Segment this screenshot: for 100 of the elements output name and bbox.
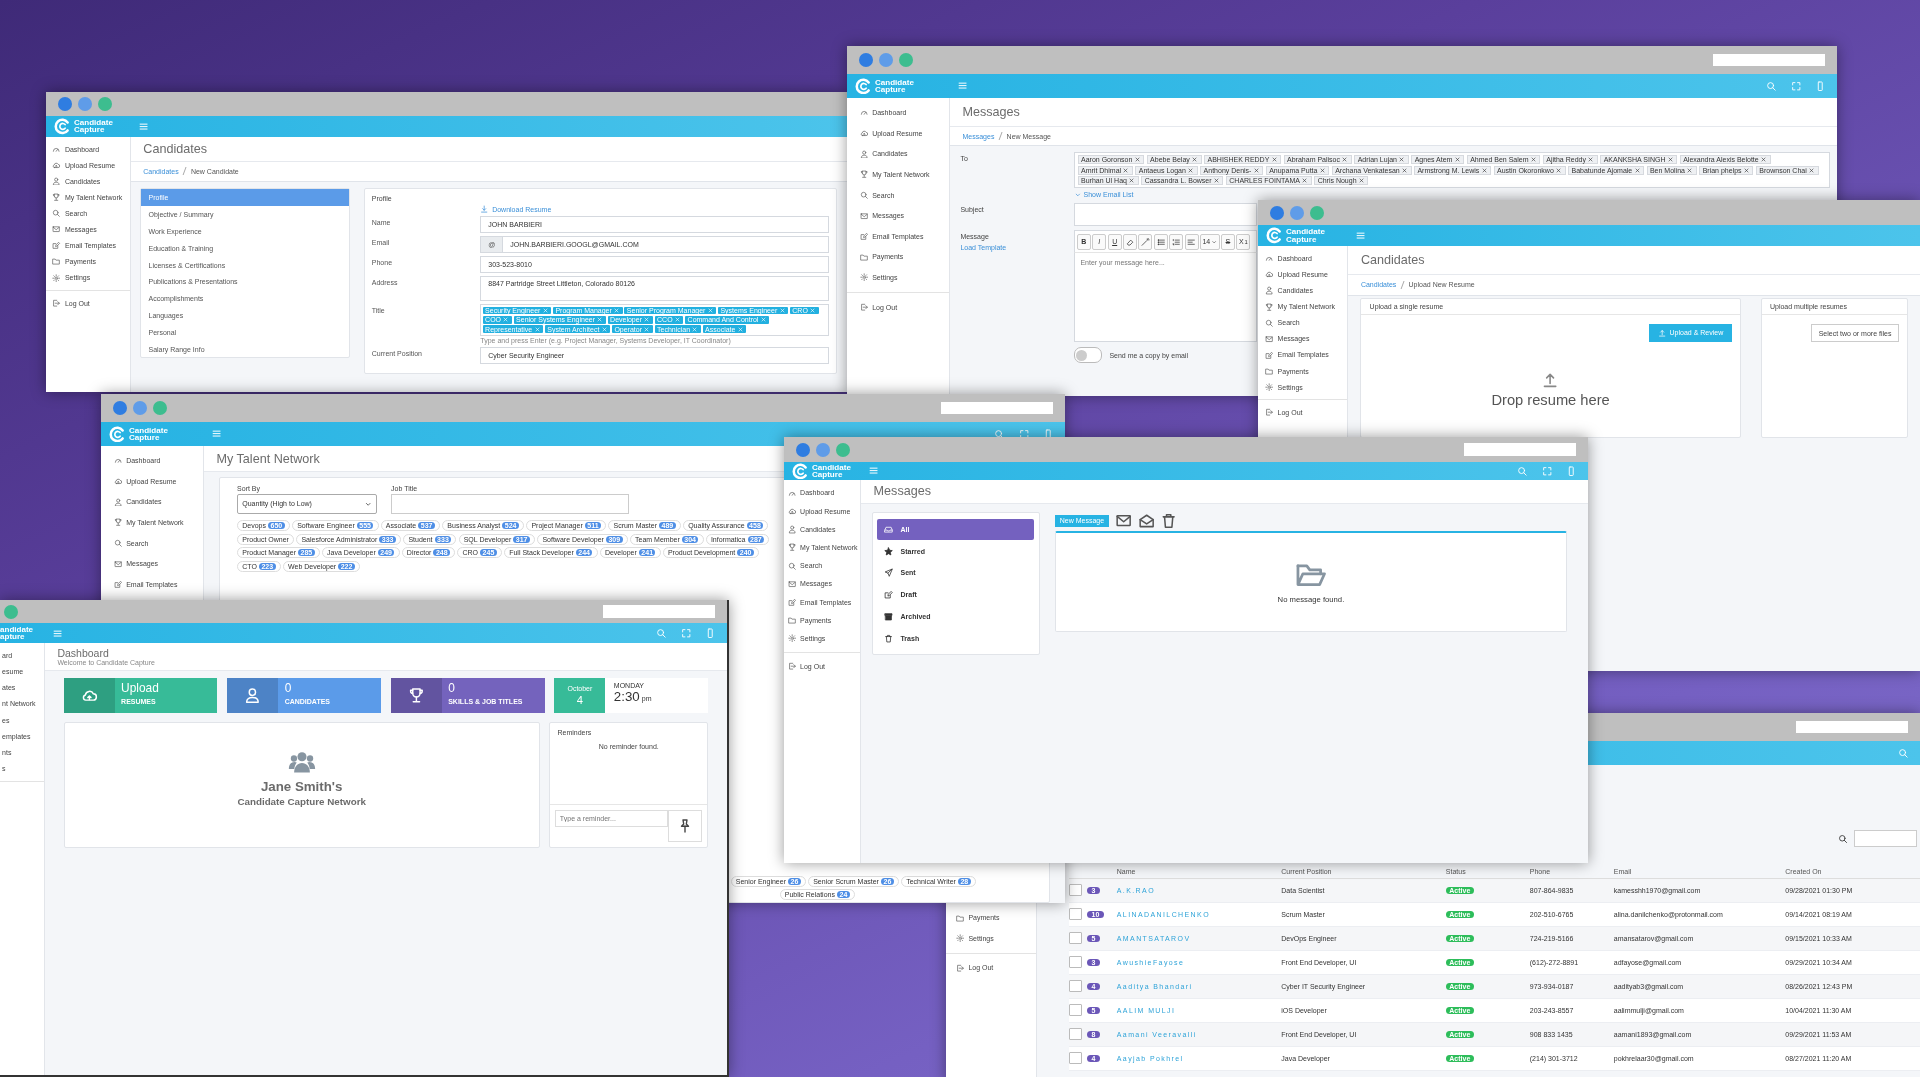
phone-icon[interactable]	[705, 628, 716, 639]
remove-icon[interactable]	[1686, 166, 1694, 174]
remove-icon[interactable]	[1529, 155, 1537, 163]
remove-icon[interactable]	[1587, 155, 1595, 163]
menu-icon[interactable]	[210, 428, 223, 440]
menu-icon[interactable]	[1355, 230, 1367, 242]
address-field[interactable]	[1796, 720, 1909, 734]
window-control-dot[interactable]	[98, 96, 113, 111]
remove-icon[interactable]	[1252, 166, 1260, 174]
menu-icon[interactable]	[956, 80, 969, 92]
format-button[interactable]	[1138, 234, 1153, 250]
format-button[interactable]	[1169, 234, 1184, 250]
window-control-dot[interactable]	[899, 53, 914, 67]
tags-field[interactable]	[480, 304, 830, 336]
remove-icon[interactable]	[643, 325, 651, 333]
checkbox[interactable]	[1069, 979, 1082, 993]
recipients-field[interactable]	[1073, 151, 1830, 189]
remove-icon[interactable]	[1808, 166, 1816, 174]
remove-icon[interactable]	[1122, 166, 1130, 174]
remove-icon[interactable]	[1133, 155, 1141, 163]
search-icon[interactable]	[656, 628, 667, 639]
remove-icon[interactable]	[1398, 155, 1406, 163]
checkbox[interactable]	[1069, 955, 1082, 969]
remove-icon[interactable]	[1357, 177, 1365, 185]
remove-icon[interactable]	[1187, 166, 1195, 174]
remove-icon[interactable]	[1301, 177, 1309, 185]
window-control-dot[interactable]	[836, 442, 851, 457]
remove-icon[interactable]	[596, 316, 604, 324]
pin-button[interactable]	[667, 810, 703, 843]
window-control-dot[interactable]	[816, 442, 831, 457]
phone-icon[interactable]	[1043, 428, 1054, 440]
window-control-dot[interactable]	[133, 401, 148, 415]
remove-icon[interactable]	[1453, 155, 1461, 163]
search-icon[interactable]	[994, 428, 1005, 440]
address-field[interactable]	[603, 605, 716, 618]
expand-icon[interactable]	[1790, 80, 1802, 92]
checkbox[interactable]	[1069, 1003, 1082, 1017]
window-control-dot[interactable]	[57, 96, 72, 111]
search-icon[interactable]	[1766, 80, 1777, 92]
remove-icon[interactable]	[691, 325, 699, 333]
checkbox[interactable]	[1069, 907, 1082, 921]
remove-icon[interactable]	[759, 316, 767, 324]
remove-icon[interactable]	[1555, 166, 1563, 174]
remove-icon[interactable]	[1128, 177, 1136, 185]
remove-icon[interactable]	[1270, 155, 1278, 163]
checkbox[interactable]	[1069, 1051, 1082, 1065]
search-icon[interactable]	[1898, 747, 1909, 759]
remove-icon[interactable]	[1401, 166, 1409, 174]
window-control-dot[interactable]	[858, 53, 873, 67]
remove-icon[interactable]	[1480, 166, 1488, 174]
remove-icon[interactable]	[778, 306, 786, 314]
format-button[interactable]	[1184, 234, 1199, 250]
format-button[interactable]	[1123, 234, 1138, 250]
remove-icon[interactable]	[643, 316, 651, 324]
phone-icon[interactable]	[1566, 465, 1577, 477]
menu-icon[interactable]	[868, 465, 880, 477]
expand-icon[interactable]	[1018, 428, 1030, 440]
remove-icon[interactable]	[533, 325, 541, 333]
remove-icon[interactable]	[706, 306, 714, 314]
subject-field[interactable]	[1073, 203, 1258, 226]
job-title-field[interactable]	[391, 494, 630, 514]
window-control-dot[interactable]	[879, 53, 894, 67]
format-button[interactable]	[1153, 234, 1168, 250]
window-control-dot[interactable]	[795, 442, 810, 457]
search-field[interactable]	[1853, 830, 1917, 847]
toolbar-button[interactable]	[1137, 512, 1155, 530]
address-field[interactable]	[1713, 53, 1826, 67]
window-control-dot[interactable]	[4, 604, 19, 619]
checkbox[interactable]	[1069, 931, 1082, 945]
search-icon[interactable]	[1517, 465, 1528, 477]
remove-icon[interactable]	[673, 316, 681, 324]
window-control-dot[interactable]	[153, 401, 168, 415]
remove-icon[interactable]	[1743, 166, 1750, 174]
address-field[interactable]	[941, 401, 1054, 415]
menu-icon[interactable]	[137, 120, 149, 132]
remove-icon[interactable]	[613, 306, 621, 314]
remove-icon[interactable]	[600, 325, 608, 333]
window-control-dot[interactable]	[1290, 205, 1305, 220]
remove-icon[interactable]	[1341, 155, 1349, 163]
window-control-dot[interactable]	[112, 401, 127, 415]
remove-icon[interactable]	[541, 306, 549, 314]
address-field[interactable]	[1464, 443, 1577, 456]
window-control-dot[interactable]	[1310, 205, 1325, 220]
remove-icon[interactable]	[1191, 155, 1199, 163]
menu-icon[interactable]	[51, 627, 63, 639]
remove-icon[interactable]	[736, 325, 744, 333]
toolbar-button[interactable]	[1160, 512, 1178, 530]
phone-icon[interactable]	[1815, 80, 1826, 92]
remove-icon[interactable]	[809, 306, 817, 314]
remove-icon[interactable]	[1318, 166, 1326, 174]
expand-icon[interactable]	[1541, 465, 1553, 477]
expand-icon[interactable]	[680, 628, 692, 639]
checkbox[interactable]	[1069, 1027, 1082, 1041]
window-control-dot[interactable]	[1269, 205, 1284, 220]
checkbox[interactable]	[1069, 883, 1082, 897]
remove-icon[interactable]	[1212, 177, 1220, 185]
remove-icon[interactable]	[1760, 155, 1768, 163]
window-control-dot[interactable]	[78, 96, 93, 111]
toggle-switch[interactable]	[1073, 347, 1103, 364]
remove-icon[interactable]	[1633, 166, 1641, 174]
